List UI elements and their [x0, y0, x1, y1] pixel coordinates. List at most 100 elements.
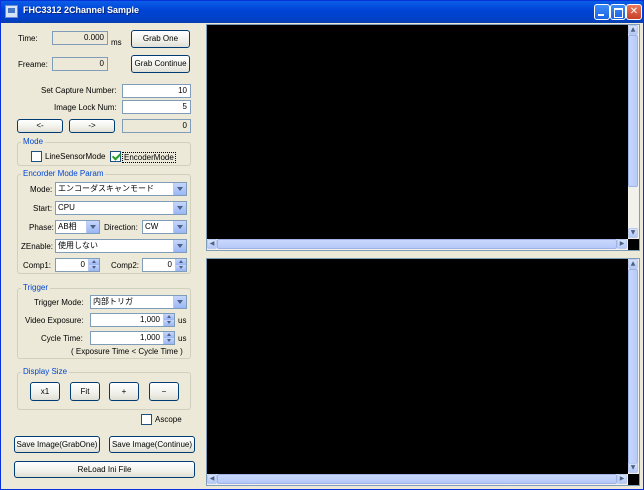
- scroll-up-arrow[interactable]: ▲: [628, 259, 638, 269]
- prev-button[interactable]: <-: [17, 119, 63, 133]
- phase-select[interactable]: AB相: [55, 220, 100, 234]
- zoom-out-button[interactable]: −: [149, 382, 179, 401]
- trigger-group-title: Trigger: [21, 283, 51, 292]
- image-view-channel-1[interactable]: ▲ ▼ ◀ ▶: [206, 24, 640, 251]
- scroll-thumb[interactable]: [628, 35, 638, 187]
- close-icon: ✕: [629, 6, 639, 17]
- horizontal-scrollbar[interactable]: ◀ ▶: [207, 239, 628, 250]
- exposure-note: ( Exposure Time < Cycle Time ): [71, 347, 183, 356]
- trigger-mode-select[interactable]: 内部トリガ: [90, 295, 187, 309]
- start-label: Start:: [33, 204, 53, 213]
- line-sensor-checkbox[interactable]: [31, 151, 42, 162]
- trigger-mode-selected: 内部トリガ: [93, 297, 133, 306]
- line-sensor-label[interactable]: LineSensorMode: [45, 152, 105, 161]
- image-lock-label: Image Lock Num:: [54, 103, 117, 112]
- chevron-down-icon: [173, 240, 186, 252]
- start-selected: CPU: [58, 203, 75, 212]
- chevron-down-icon: [86, 221, 99, 233]
- spin-down-icon[interactable]: [175, 265, 186, 271]
- image-view-channel-2[interactable]: ▲ ▼ ◀ ▶: [206, 258, 640, 486]
- scroll-down-arrow[interactable]: ▼: [628, 463, 638, 473]
- encoder-param-title: Encorder Mode Param: [21, 169, 106, 178]
- grab-continue-button[interactable]: Grab Continue: [131, 55, 190, 73]
- encoder-mode-field-label: Mode:: [30, 185, 53, 194]
- scroll-left-arrow[interactable]: ◀: [207, 239, 217, 249]
- chevron-down-icon: [173, 296, 186, 308]
- ascope-checkbox[interactable]: [141, 414, 152, 425]
- chevron-down-icon: [173, 183, 186, 195]
- comp2-stepper[interactable]: 0: [142, 258, 187, 272]
- chevron-down-icon: [173, 221, 186, 233]
- close-button[interactable]: ✕: [626, 4, 642, 20]
- spin-down-icon[interactable]: [163, 320, 174, 326]
- minimize-icon: [595, 5, 609, 19]
- comp1-stepper[interactable]: 0: [55, 258, 100, 272]
- save-continue-button[interactable]: Save Image(Continue): [109, 436, 195, 453]
- encoder-mode-checkbox[interactable]: [110, 151, 121, 162]
- chevron-down-icon: [173, 202, 186, 214]
- trigger-mode-label: Trigger Mode:: [34, 298, 84, 307]
- video-exposure-label: Video Exposure:: [25, 316, 84, 325]
- start-select[interactable]: CPU: [55, 201, 187, 215]
- mode-group-title: Mode: [21, 137, 46, 146]
- comp1-label: Comp1:: [23, 261, 52, 270]
- comp2-label: Comp2:: [111, 261, 140, 270]
- time-label: Time:: [18, 34, 38, 43]
- zoom-in-button[interactable]: +: [109, 382, 139, 401]
- direction-select[interactable]: CW: [142, 220, 187, 234]
- vertical-scrollbar[interactable]: ▲ ▼: [628, 25, 639, 239]
- phase-selected: AB相: [58, 222, 77, 231]
- zenable-selected: 使用しない: [58, 241, 98, 250]
- direction-selected: CW: [145, 222, 159, 231]
- frame-label: Freame:: [18, 60, 48, 69]
- cycle-time-value: 1,000: [139, 333, 160, 342]
- spin-down-icon[interactable]: [88, 265, 99, 271]
- scroll-right-arrow[interactable]: ▶: [617, 239, 627, 249]
- save-grab-one-button[interactable]: Save Image(GrabOne): [14, 436, 100, 453]
- spin-down-icon[interactable]: [163, 338, 174, 344]
- index-value: 0: [122, 119, 191, 133]
- cycle-time-stepper[interactable]: 1,000: [90, 331, 175, 345]
- title-bar[interactable]: FHC3312 2Channel Sample ✕: [1, 1, 643, 23]
- maximize-icon: [611, 5, 625, 19]
- image-lock-input[interactable]: 5: [122, 100, 191, 114]
- scroll-up-arrow[interactable]: ▲: [628, 25, 638, 35]
- scroll-right-arrow[interactable]: ▶: [617, 474, 627, 484]
- set-capture-label: Set Capture Number:: [41, 86, 117, 95]
- cycle-time-label: Cycle Time:: [41, 334, 83, 343]
- grab-one-button[interactable]: Grab One: [131, 30, 190, 48]
- scroll-down-arrow[interactable]: ▼: [628, 228, 638, 238]
- encoder-mode-label[interactable]: EncoderMode: [122, 152, 176, 163]
- phase-label: Phase:: [29, 223, 54, 232]
- app-icon: [5, 5, 18, 18]
- encoder-mode-selected: エンコーダスキャンモード: [58, 184, 154, 193]
- scroll-thumb[interactable]: [628, 269, 638, 464]
- vertical-scrollbar[interactable]: ▲ ▼: [628, 259, 639, 474]
- video-exposure-stepper[interactable]: 1,000: [90, 313, 175, 327]
- zenable-select[interactable]: 使用しない: [55, 239, 187, 253]
- cycle-time-unit: us: [178, 334, 187, 343]
- minimize-button[interactable]: [594, 4, 610, 20]
- maximize-button[interactable]: [610, 4, 626, 20]
- reload-ini-button[interactable]: ReLoad Ini File: [14, 461, 195, 478]
- video-exposure-value: 1,000: [139, 315, 160, 324]
- zoom-x1-button[interactable]: x1: [30, 382, 60, 401]
- scroll-left-arrow[interactable]: ◀: [207, 474, 217, 484]
- direction-label: Direction:: [104, 223, 138, 232]
- video-exposure-unit: us: [178, 316, 187, 325]
- frame-value: 0: [52, 57, 108, 71]
- zoom-fit-button[interactable]: Fit: [70, 382, 100, 401]
- display-size-title: Display Size: [21, 367, 70, 376]
- zenable-label: ZEnable:: [21, 242, 54, 251]
- next-button[interactable]: ->: [69, 119, 115, 133]
- window-title: FHC3312 2Channel Sample: [23, 5, 140, 15]
- set-capture-input[interactable]: 10: [122, 84, 191, 98]
- main-window: FHC3312 2Channel Sample ✕ Time: 0.000 ms…: [0, 0, 644, 490]
- comp1-value: 0: [80, 260, 85, 269]
- ascope-label[interactable]: Ascope: [155, 415, 182, 424]
- comp2-value: 0: [167, 260, 172, 269]
- scroll-thumb[interactable]: [217, 239, 617, 249]
- horizontal-scrollbar[interactable]: ◀ ▶: [207, 474, 628, 485]
- scroll-thumb[interactable]: [217, 474, 617, 484]
- encoder-mode-select[interactable]: エンコーダスキャンモード: [55, 182, 187, 196]
